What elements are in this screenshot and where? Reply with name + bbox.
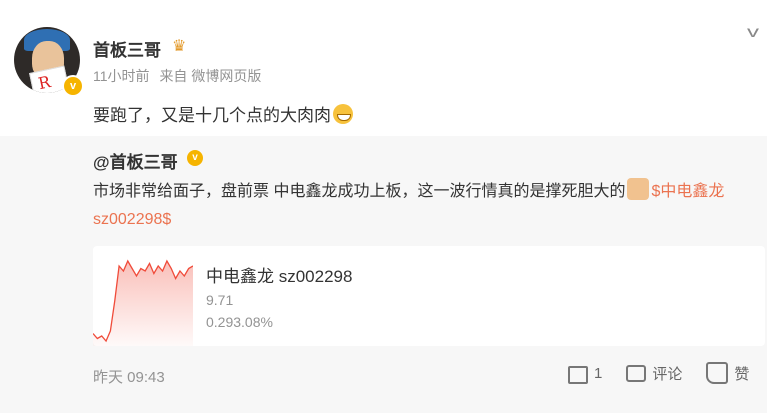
comment-icon: [626, 364, 647, 382]
grin-emoji-icon: [333, 104, 353, 124]
repost-time[interactable]: 昨天 09:43: [93, 366, 165, 387]
stock-name[interactable]: 中电鑫龙 sz002298: [206, 262, 352, 287]
comment-label: 评论: [652, 365, 683, 383]
comment-button[interactable]: 评论: [626, 363, 682, 384]
thumbs-up-icon: [706, 362, 729, 384]
post-text-content: 要跑了，又是十几个点的大肉肉: [93, 106, 331, 125]
verified-icon: v: [187, 150, 203, 166]
like-button[interactable]: 赞: [706, 362, 749, 384]
post-header: R v 首板三哥 ♛ v 11小时前 来自 微博网页版 要跑了，又是十几个点的大…: [0, 0, 767, 136]
stock-price: 9.71: [206, 292, 234, 308]
action-bar: 1 评论 赞: [568, 362, 749, 384]
share-count: 1: [594, 364, 603, 382]
verified-icon: v: [62, 75, 84, 97]
share-icon: [568, 366, 588, 384]
stock-change: 0.293.08%: [206, 314, 273, 330]
repost-text: 市场非常给面子，盘前票 中电鑫龙成功上板，这一波行情真的是撑死胆大的 $中电鑫龙 …: [93, 178, 765, 234]
crown-badge-icon: ♛: [172, 38, 187, 55]
post-time[interactable]: 11小时前: [93, 68, 150, 84]
post-text: 要跑了，又是十几个点的大肉肉: [93, 101, 353, 126]
post-meta: 11小时前 来自 微博网页版: [93, 66, 267, 86]
repost-username[interactable]: @首板三哥: [93, 148, 178, 173]
stock-card[interactable]: 中电鑫龙 sz002298 9.71 0.293.08%: [93, 246, 765, 346]
stock-chart: [93, 259, 193, 346]
chevron-down-icon[interactable]: v: [747, 24, 759, 42]
repost-text-main: 市场非常给面子，盘前票 中电鑫龙成功上板，这一波行情真的是撑死胆大的: [93, 183, 626, 200]
thumbs-up-icon: [627, 178, 650, 200]
username[interactable]: 首板三哥: [93, 36, 161, 61]
like-label: 赞: [734, 365, 750, 383]
repost-block[interactable]: @首板三哥 v 市场非常给面子，盘前票 中电鑫龙成功上板，这一波行情真的是撑死胆…: [0, 136, 767, 413]
share-button[interactable]: 1: [568, 362, 602, 384]
post-source: 来自 微博网页版: [159, 68, 262, 84]
